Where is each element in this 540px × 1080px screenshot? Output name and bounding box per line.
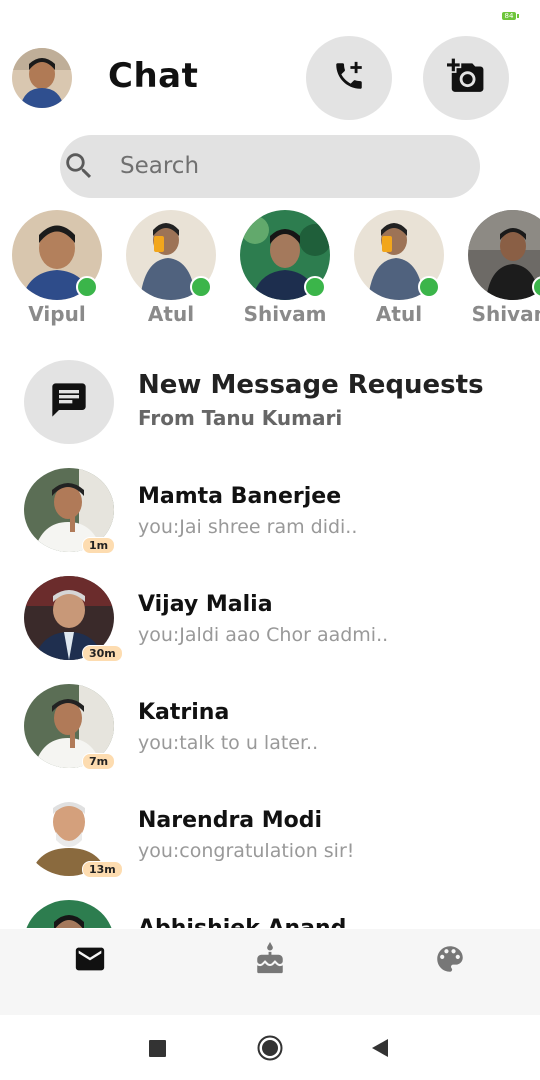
- status-bar: 84: [0, 0, 540, 34]
- chat-row-abhishiek-anand[interactable]: Abhishiek Anand: [0, 900, 540, 928]
- contact-name: Vijay Malia: [138, 592, 273, 617]
- story-vipul[interactable]: Vipul: [12, 210, 102, 326]
- story-atul[interactable]: Atul: [126, 210, 216, 326]
- back-button[interactable]: [371, 1039, 389, 1062]
- contact-name: Mamta Banerjee: [138, 484, 342, 509]
- online-indicator: [190, 276, 212, 298]
- nav-themes[interactable]: [430, 943, 470, 979]
- requests-title: New Message Requests: [138, 370, 484, 400]
- story-name: Shivam: [471, 302, 540, 326]
- chat-row-mamta-banerjee[interactable]: 1m Mamta Banerjee you:Jai shree ram didi…: [0, 468, 540, 564]
- back-triangle-icon: [371, 1039, 389, 1061]
- add-call-icon: [332, 59, 366, 98]
- nav-messages[interactable]: [70, 943, 110, 979]
- contact-name: Katrina: [138, 700, 230, 725]
- nav-birthdays[interactable]: [250, 941, 290, 981]
- add-camera-icon: [447, 57, 485, 100]
- mail-icon: [73, 942, 107, 981]
- last-message: you:talk to u later..: [138, 732, 319, 754]
- bottom-navigation: [0, 929, 540, 1015]
- online-indicator: [418, 276, 440, 298]
- add-camera-button[interactable]: [423, 36, 509, 120]
- battery-icon: 84: [502, 12, 519, 20]
- home-button[interactable]: [257, 1035, 283, 1066]
- last-message: you:congratulation sir!: [138, 840, 355, 862]
- avatar: [24, 900, 114, 928]
- system-navigation-bar: [0, 1015, 540, 1080]
- story-name: Atul: [375, 302, 423, 326]
- story-atul-2[interactable]: Atul: [354, 210, 444, 326]
- requests-subtitle: From Tanu Kumari: [138, 406, 343, 430]
- chat-bubble-icon: [49, 380, 89, 425]
- avatar: [468, 210, 540, 300]
- online-indicator: [76, 276, 98, 298]
- story-shivam-2[interactable]: Shivam: [468, 210, 540, 326]
- time-badge: 1m: [82, 537, 116, 554]
- profile-avatar[interactable]: [12, 48, 72, 108]
- story-shivam[interactable]: Shivam: [240, 210, 330, 326]
- add-call-button[interactable]: [306, 36, 392, 120]
- square-icon: [149, 1040, 166, 1061]
- chat-row-narendra-modi[interactable]: 13m Narendra Modi you:congratulation sir…: [0, 792, 540, 888]
- story-name: Atul: [147, 302, 195, 326]
- page-title: Chat: [108, 56, 199, 96]
- palette-icon: [433, 942, 467, 981]
- last-message: you:Jaldi aao Chor aadmi..: [138, 624, 389, 646]
- time-badge: 7m: [82, 753, 116, 770]
- story-name: Shivam: [243, 302, 327, 326]
- contact-name: Narendra Modi: [138, 808, 323, 833]
- home-circle-icon: [257, 1035, 283, 1065]
- message-request-button[interactable]: [24, 360, 114, 444]
- chat-list: 1m Mamta Banerjee you:Jai shree ram didi…: [0, 468, 540, 928]
- header: Chat: [0, 36, 540, 120]
- cake-icon: [253, 941, 287, 981]
- message-requests-row[interactable]: New Message Requests From Tanu Kumari: [0, 360, 540, 450]
- online-indicator: [304, 276, 326, 298]
- time-badge: 30m: [82, 645, 123, 662]
- search-input[interactable]: Search: [120, 153, 199, 179]
- contact-name: Abhishiek Anand: [138, 916, 346, 928]
- story-name: Vipul: [28, 302, 86, 326]
- search-icon: [62, 149, 96, 183]
- time-badge: 13m: [82, 861, 123, 878]
- last-message: you:Jai shree ram didi..: [138, 516, 358, 538]
- recents-button[interactable]: [149, 1040, 166, 1062]
- chat-row-katrina[interactable]: 7m Katrina you:talk to u later..: [0, 684, 540, 780]
- chat-row-vijay-malia[interactable]: 30m Vijay Malia you:Jaldi aao Chor aadmi…: [0, 576, 540, 672]
- search-bar[interactable]: Search: [60, 135, 480, 198]
- active-users-strip: Vipul Atul Shivam Atul Shivam: [0, 210, 540, 330]
